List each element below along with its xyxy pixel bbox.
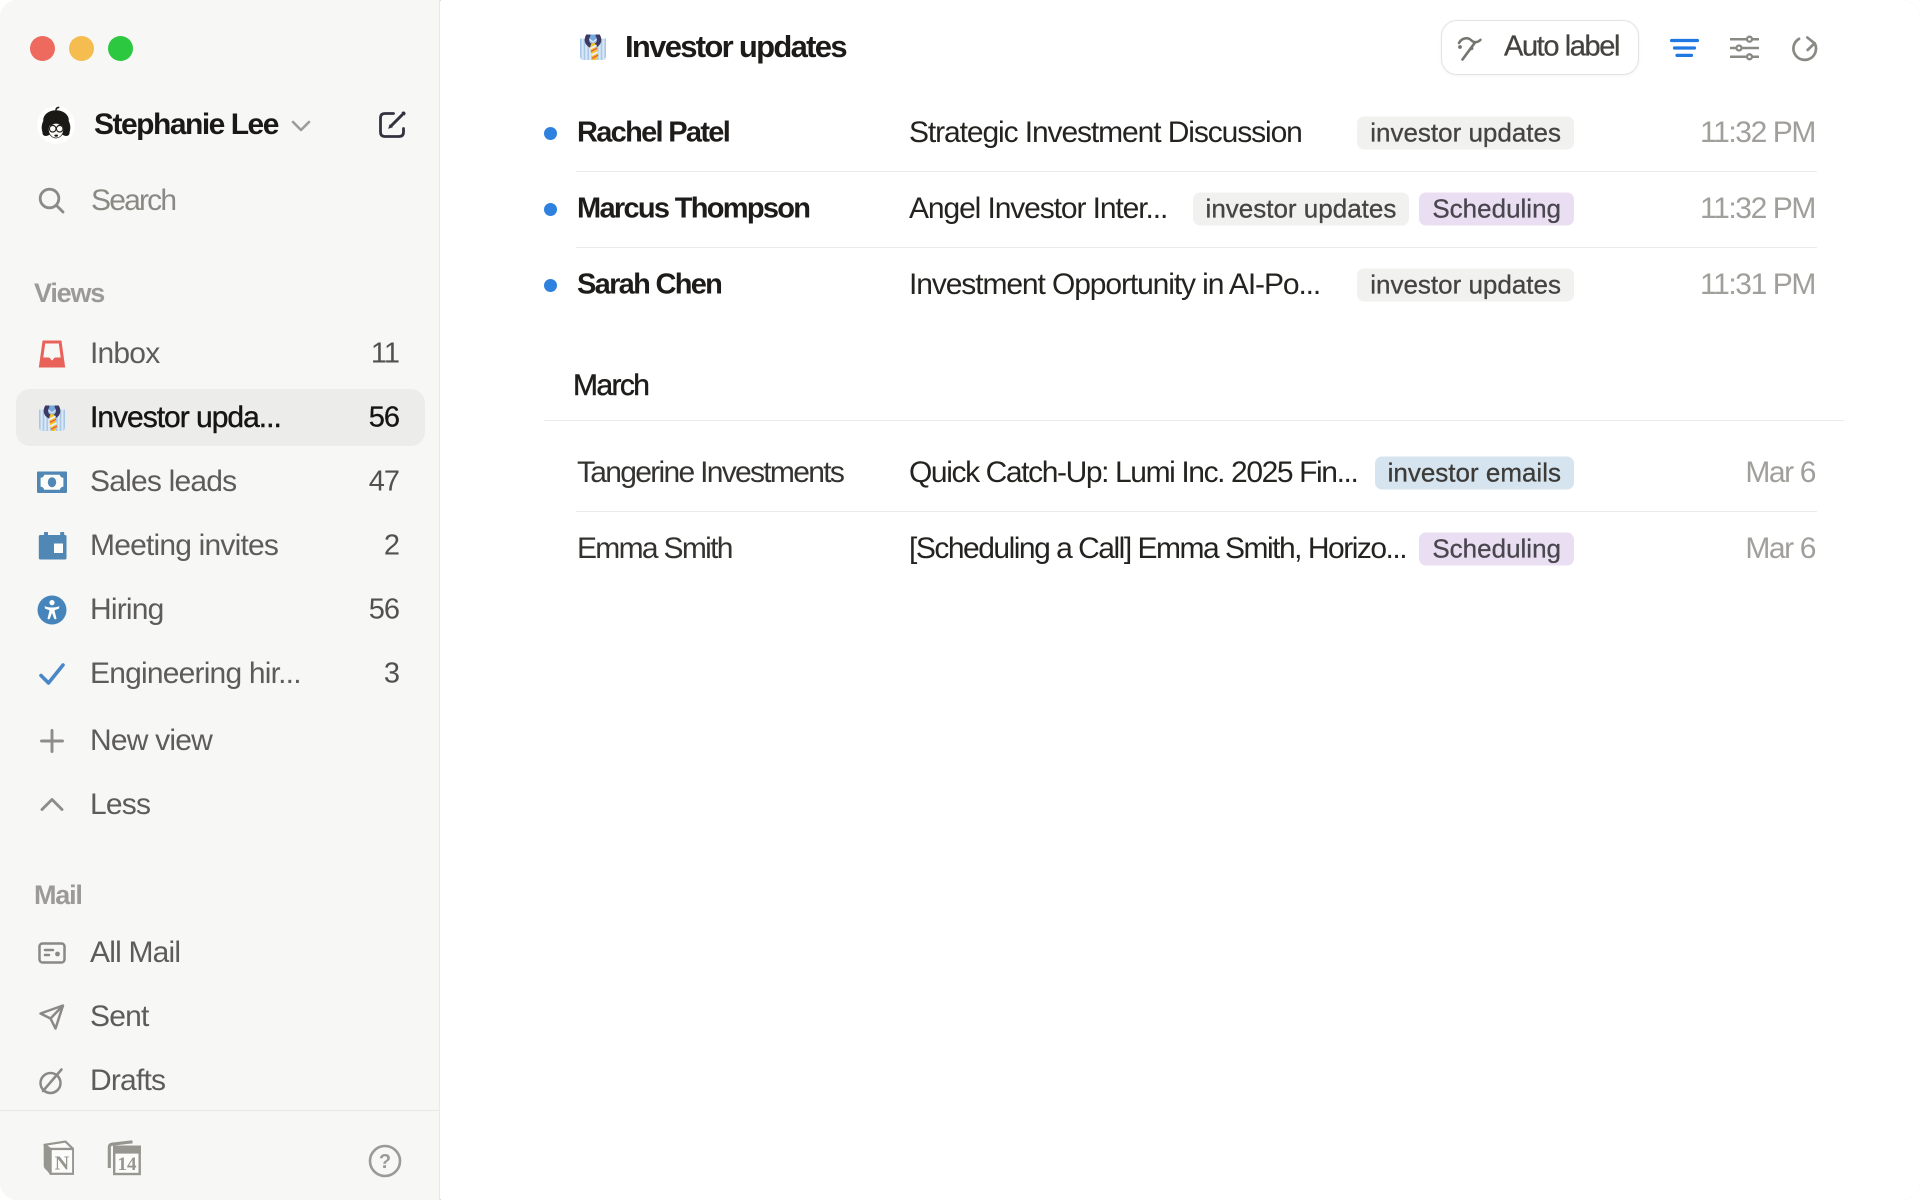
svg-text:14: 14 — [118, 1154, 138, 1175]
svg-text:N: N — [55, 1153, 70, 1175]
svg-text:?: ? — [379, 1151, 391, 1173]
